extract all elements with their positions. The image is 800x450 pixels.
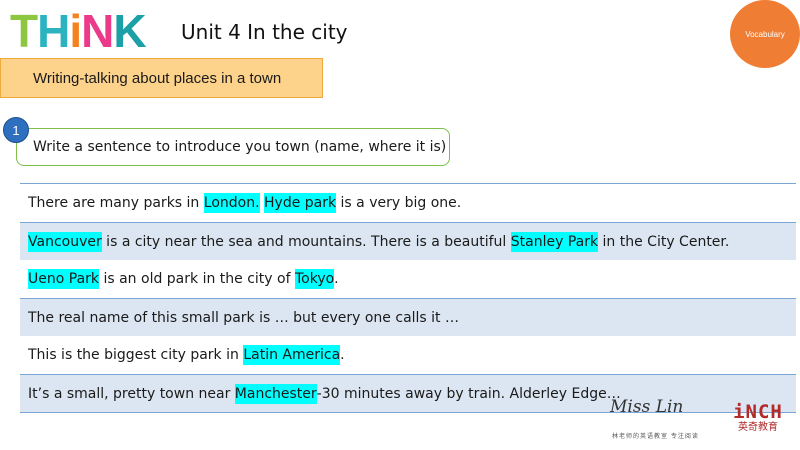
unit-title: Unit 4 In the city: [181, 20, 348, 44]
inch-brand-logo: iNCH 英奇教育: [728, 402, 788, 434]
task-instruction-text: Write a sentence to introduce you town (…: [33, 139, 447, 155]
sentence-text: There are many parks in: [28, 195, 204, 211]
highlighted-place-name: Vancouver: [28, 231, 102, 252]
sentence-text: .: [340, 347, 345, 363]
sentence-text: It’s a small, pretty town near: [28, 385, 235, 402]
topic-text: Writing-talking about places in a town: [33, 69, 282, 87]
sentence-row: There are many parks in London. Hyde par…: [20, 184, 796, 222]
logo-letter: N: [81, 5, 114, 57]
highlighted-place-name: Tokyo: [294, 269, 335, 289]
task-instruction-box: Write a sentence to introduce you town (…: [16, 128, 450, 166]
highlighted-place-name: London.: [203, 193, 260, 213]
sentence-text: is an old park in the city of: [99, 271, 295, 287]
highlighted-place-name: Manchester: [234, 383, 317, 404]
sentence-text: This is the biggest city park in: [28, 347, 244, 363]
highlighted-place-name: Stanley Park: [510, 231, 599, 252]
sentence-row: Ueno Park is an old park in the city of …: [20, 260, 796, 298]
topic-banner: Writing-talking about places in a town: [0, 58, 323, 98]
signature-miss-lin: Miss Lin: [610, 397, 684, 417]
example-sentences-table: There are many parks in London. Hyde par…: [20, 183, 796, 413]
sentence-row: The real name of this small park is … bu…: [20, 298, 796, 336]
vocabulary-badge[interactable]: Vocabulary: [730, 0, 800, 68]
sentence-text: is a very big one.: [336, 195, 462, 211]
sentence-row: This is the biggest city park in Latin A…: [20, 336, 796, 374]
sentence-text: is a city near the sea and mountains. Th…: [101, 233, 511, 250]
brand-logo-bottom: 英奇教育: [738, 422, 778, 433]
sentence-text: in the City Center.: [598, 233, 730, 250]
sentence-text: .: [334, 271, 339, 287]
logo-letter: i: [69, 5, 82, 57]
vocabulary-label: Vocabulary: [745, 29, 785, 39]
logo-letter: K: [113, 5, 146, 57]
highlighted-place-name: Hyde park: [264, 193, 337, 213]
sentence-text: -30 minutes away by train. Alderley Edge…: [316, 385, 621, 402]
step-number-badge: 1: [3, 117, 29, 143]
think-logo: THiNK: [10, 5, 147, 57]
sentence-row: Vancouver is a city near the sea and mou…: [20, 222, 796, 260]
sentence-text: The real name of this small park is … bu…: [28, 309, 459, 326]
highlighted-place-name: Latin America: [243, 345, 341, 365]
brand-logo-top: iNCH: [733, 401, 783, 423]
logo-letter: H: [37, 5, 70, 57]
highlighted-place-name: Ueno Park: [28, 269, 100, 289]
logo-letter: T: [10, 5, 38, 57]
footer-tagline: 林老师的英语教室 专注阅读: [612, 433, 699, 440]
